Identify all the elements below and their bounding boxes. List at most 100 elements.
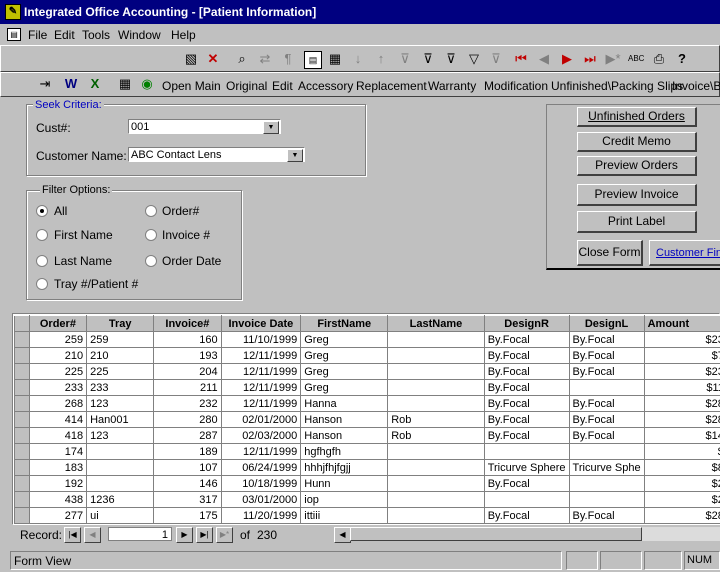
table-row[interactable]: 23323321112/11/1999GregBy.Focal$115: [14, 379, 720, 396]
grid-cell[interactable]: [387, 379, 485, 396]
grid-cell[interactable]: 317: [153, 491, 222, 508]
grid-cell[interactable]: [568, 379, 645, 396]
grid-cell[interactable]: $284: [643, 395, 720, 412]
sort-ascending-icon[interactable]: ↓: [350, 51, 366, 67]
grid-cell[interactable]: 192: [28, 475, 88, 492]
grid-cell[interactable]: By.Focal: [568, 427, 645, 444]
printer-icon[interactable]: ⎙: [651, 51, 667, 67]
grid-cell[interactable]: hgfhgfh: [300, 443, 389, 460]
grid-cell[interactable]: [387, 443, 485, 460]
grid-cell[interactable]: $142: [643, 427, 720, 444]
grid-cell[interactable]: 287: [153, 427, 222, 444]
row-selector[interactable]: [14, 443, 30, 460]
sort-descending-icon[interactable]: ↑: [373, 51, 389, 67]
grid-cell[interactable]: 232: [153, 395, 222, 412]
record-number-input[interactable]: 1: [108, 527, 172, 541]
grid-cell[interactable]: [387, 507, 485, 524]
app-icon[interactable]: ✎: [5, 4, 21, 20]
radio-order-date[interactable]: [145, 255, 157, 267]
grid-cell[interactable]: Hanson: [300, 411, 389, 428]
grid-cell[interactable]: $284: [643, 507, 720, 524]
grid-cell[interactable]: $230: [643, 363, 720, 380]
grid-cell[interactable]: 183: [28, 459, 88, 476]
grid-cell[interactable]: 414: [28, 411, 88, 428]
replace-icon[interactable]: ⇄: [257, 51, 273, 67]
grid-cell[interactable]: 259: [28, 331, 88, 348]
grid-cell[interactable]: By.Focal: [568, 507, 645, 524]
grid-cell[interactable]: By.Focal: [483, 475, 570, 492]
invoice-button[interactable]: Invoice\B...: [672, 79, 720, 93]
first-record-icon[interactable]: ⏮: [513, 51, 529, 67]
row-selector[interactable]: [14, 411, 30, 428]
grid-cell[interactable]: Tricurve Sphere: [483, 459, 570, 476]
grid-cell[interactable]: $20: [643, 491, 720, 508]
grid-cell[interactable]: ui: [86, 507, 155, 524]
row-selector[interactable]: [14, 363, 30, 380]
grid-cell[interactable]: 123: [86, 395, 155, 412]
exit-icon[interactable]: ⇥: [37, 76, 53, 92]
nav-prev-button[interactable]: ◀: [84, 527, 101, 543]
grid-cell[interactable]: 03/01/2000: [220, 491, 302, 508]
menu-file[interactable]: File: [28, 28, 47, 42]
grid-cell[interactable]: $287: [643, 411, 720, 428]
grid-cell[interactable]: 193: [153, 347, 222, 364]
table-row[interactable]: 210 210 193 12/11/1999 Greg By.Focal By.Focal $…: [14, 347, 720, 364]
grid-cell[interactable]: 280: [153, 411, 222, 428]
grid-cell[interactable]: 1236: [86, 491, 155, 508]
customer-name-combo[interactable]: ABC Contact Lens ▼: [128, 147, 305, 162]
find-icon[interactable]: ⌕: [234, 51, 250, 67]
menu-edit[interactable]: Edit: [54, 28, 75, 42]
warranty-button[interactable]: Warranty: [428, 79, 476, 93]
grid-cell[interactable]: Han001: [86, 411, 155, 428]
grid-cell[interactable]: $80: [643, 459, 720, 476]
grid-cell[interactable]: Hanson: [300, 427, 389, 444]
radio-order[interactable]: [145, 205, 157, 217]
open-main-button[interactable]: Open Main: [162, 79, 221, 93]
horizontal-scrollbar[interactable]: ◀: [334, 527, 720, 543]
radio-tray-patient[interactable]: [36, 278, 48, 290]
grid-cell[interactable]: By.Focal: [483, 411, 570, 428]
grid-cell[interactable]: Greg: [300, 363, 389, 380]
grid-cell[interactable]: 107: [153, 459, 222, 476]
document-icon[interactable]: ▤: [7, 28, 21, 41]
grid-cell[interactable]: [387, 491, 485, 508]
grid-cell[interactable]: 225: [28, 363, 88, 380]
accessory-button[interactable]: Accessory: [298, 79, 353, 93]
table-row[interactable]: 414 Han001 280 02/01/2000 Hanson Rob By.Focal B…: [14, 411, 720, 428]
grid-cell[interactable]: [387, 363, 485, 380]
grid-cell[interactable]: $27: [643, 475, 720, 492]
grid-cell[interactable]: $233: [643, 331, 720, 348]
grid-cell[interactable]: Tricurve Sphe: [568, 459, 645, 476]
col-amount[interactable]: Amount: [643, 315, 720, 332]
table-row[interactable]: 438123631703/01/2000iop $20: [14, 491, 720, 508]
grid-cell[interactable]: 12/11/1999: [220, 443, 302, 460]
table-row[interactable]: 183 107 06/24/1999 hhhjfhjfgjj Tricurve Sphe…: [14, 459, 720, 476]
grid-cell[interactable]: By.Focal: [568, 347, 645, 364]
grid-cell[interactable]: [86, 443, 155, 460]
modification-button[interactable]: Modification: [484, 79, 548, 93]
grid-cell[interactable]: [387, 395, 485, 412]
grid-cell[interactable]: 06/24/1999: [220, 459, 302, 476]
table-row[interactable]: 418 123 287 02/03/2000 Hanson Rob By.Focal By.F…: [14, 427, 720, 444]
grid-cell[interactable]: [86, 475, 155, 492]
table-row[interactable]: 268 123 232 12/11/1999 Hanna By.Focal By.Focal…: [14, 395, 720, 412]
radio-first-name[interactable]: [36, 229, 48, 241]
header-selector[interactable]: [14, 315, 30, 332]
filter-by-selection-icon[interactable]: ⊽: [397, 51, 413, 67]
grid-cell[interactable]: 12/11/1999: [220, 395, 302, 412]
menu-help[interactable]: Help: [171, 28, 196, 42]
table-row[interactable]: 259 259 160 11/10/1999 Greg By.Focal By.Focal $…: [14, 331, 720, 348]
grid-cell[interactable]: 02/01/2000: [220, 411, 302, 428]
col-invoice-date[interactable]: Invoice Date: [220, 315, 302, 332]
grid-cell[interactable]: $6: [643, 443, 720, 460]
grid-cell[interactable]: [387, 331, 485, 348]
print-label-button[interactable]: Print Label: [577, 211, 697, 233]
grid-cell[interactable]: Rob: [387, 411, 485, 428]
grid-cell[interactable]: Rob: [387, 427, 485, 444]
col-last-name[interactable]: LastName: [387, 315, 485, 332]
grid-cell[interactable]: [568, 443, 645, 460]
word-icon[interactable]: W: [63, 76, 79, 92]
grid-cell[interactable]: [568, 491, 645, 508]
grid-cell[interactable]: iop: [300, 491, 389, 508]
row-selector[interactable]: [14, 395, 30, 412]
